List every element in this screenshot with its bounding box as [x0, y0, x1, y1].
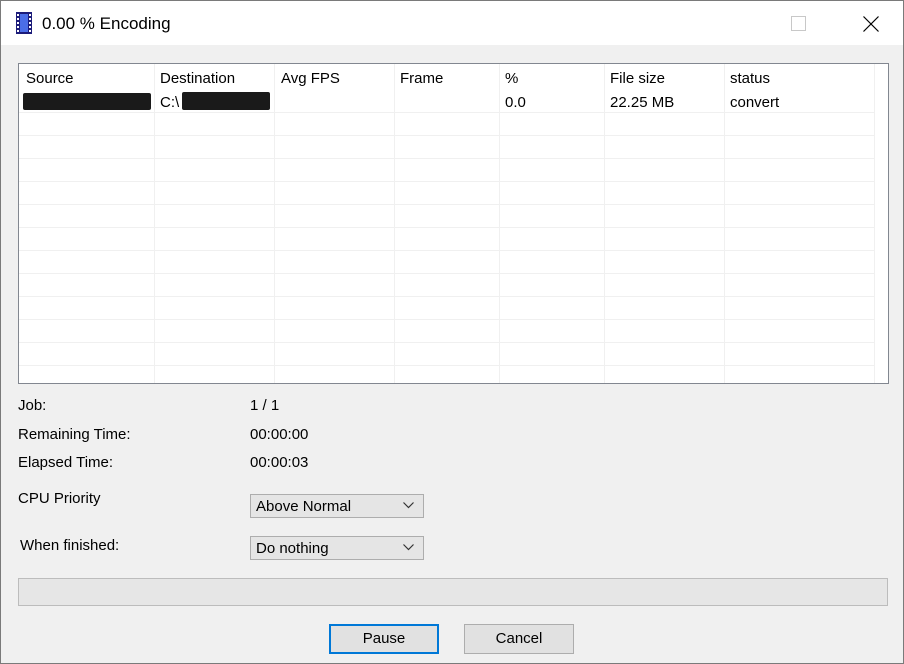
minimize-button[interactable]: [704, 1, 750, 45]
cpu-priority-value: Above Normal: [256, 498, 352, 515]
row-divider: [19, 319, 874, 320]
encoding-window: 0.00 % Encoding Source Destination Avg F…: [0, 0, 904, 664]
cpu-priority-label: CPU Priority: [18, 490, 101, 507]
column-divider: [874, 64, 875, 383]
file-size-cell: 22.25 MB: [610, 94, 675, 111]
minimize-icon: [720, 23, 733, 25]
row-divider: [19, 112, 874, 113]
elapsed-time-label: Elapsed Time:: [18, 454, 114, 471]
row-divider: [19, 158, 874, 159]
remaining-time-label: Remaining Time:: [18, 426, 131, 443]
row-divider: [19, 204, 874, 205]
cpu-priority-select[interactable]: Above Normal: [250, 494, 424, 518]
row-divider: [19, 227, 874, 228]
elapsed-time-value: 00:00:03: [250, 454, 309, 471]
when-finished-label: When finished:: [20, 537, 120, 554]
status-cell: convert: [730, 94, 780, 111]
window-title: 0.00 % Encoding: [42, 14, 171, 33]
when-finished-select[interactable]: Do nothing: [250, 536, 424, 560]
column-header-avg-fps[interactable]: Avg FPS: [281, 70, 340, 87]
encoding-progress-bar: [18, 578, 888, 606]
row-divider: [19, 365, 874, 366]
column-header-source[interactable]: Source: [26, 70, 74, 87]
redacted-source: [23, 93, 151, 110]
column-header-frame[interactable]: Frame: [400, 70, 443, 87]
column-header-file-size[interactable]: File size: [610, 70, 665, 87]
close-button[interactable]: [847, 1, 893, 45]
film-strip-icon: [16, 12, 32, 34]
column-header-status[interactable]: status: [730, 70, 770, 87]
maximize-icon: [791, 16, 806, 31]
job-list[interactable]: Source Destination Avg FPS Frame % File …: [18, 63, 889, 384]
destination-cell: C:\: [160, 94, 180, 111]
percent-cell: 0.0: [505, 94, 526, 111]
job-label: Job:: [18, 397, 47, 414]
pause-button[interactable]: Pause: [329, 624, 439, 654]
row-divider: [19, 250, 874, 251]
close-icon: [863, 16, 879, 32]
cancel-button[interactable]: Cancel: [464, 624, 574, 654]
maximize-button[interactable]: [775, 1, 821, 45]
row-divider: [19, 135, 874, 136]
redacted-destination: [182, 92, 270, 110]
remaining-time-value: 00:00:00: [250, 426, 309, 443]
chevron-down-icon: [403, 544, 414, 551]
when-finished-value: Do nothing: [256, 540, 329, 557]
column-header-destination[interactable]: Destination: [160, 70, 235, 87]
column-header-percent[interactable]: %: [505, 70, 518, 87]
row-divider: [19, 181, 874, 182]
chevron-down-icon: [403, 502, 414, 509]
row-divider: [19, 273, 874, 274]
row-divider: [19, 342, 874, 343]
job-value: 1 / 1: [250, 397, 280, 414]
row-divider: [19, 296, 874, 297]
title-bar[interactable]: 0.00 % Encoding: [1, 1, 903, 45]
